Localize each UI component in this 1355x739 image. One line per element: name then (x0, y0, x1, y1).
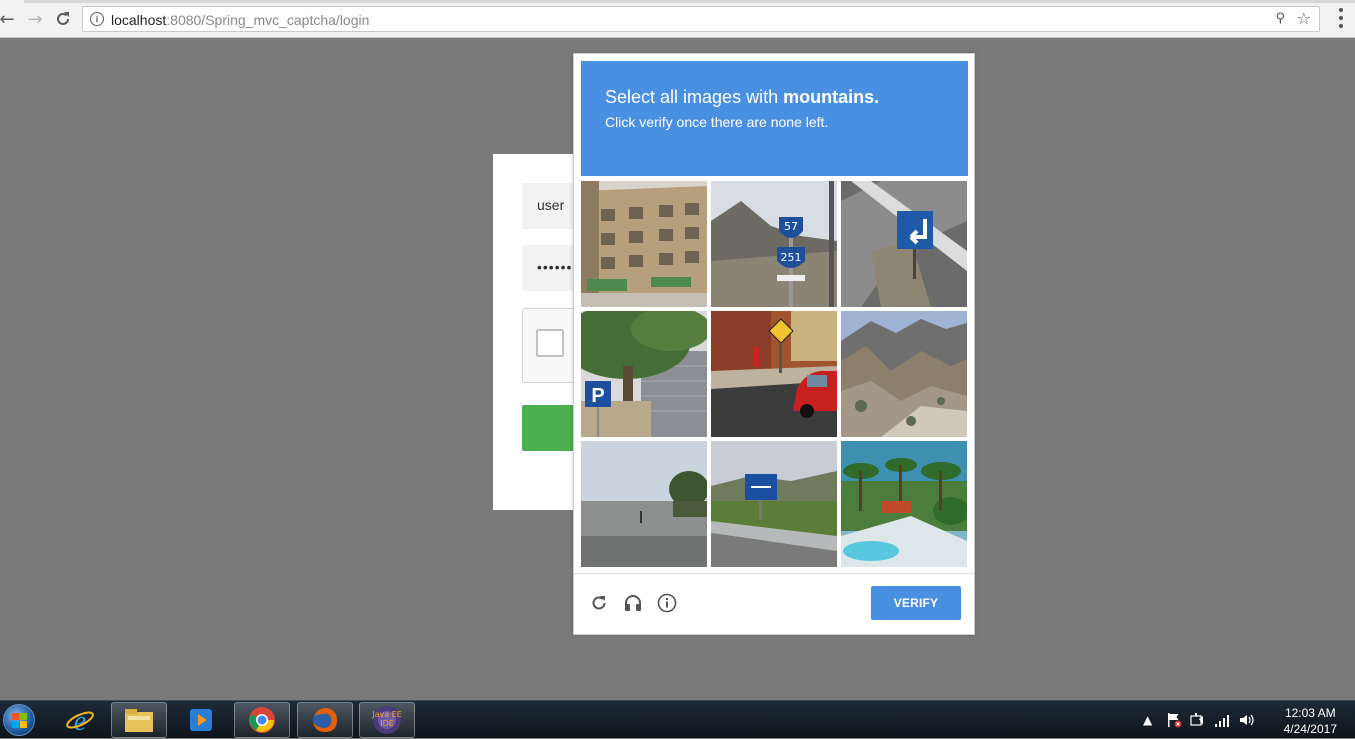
java-ee-ide-icon[interactable]: Java EE IDE (359, 702, 415, 738)
star-icon[interactable]: ☆ (1297, 9, 1311, 28)
svg-text:251: 251 (781, 251, 802, 264)
active-tab-edge[interactable] (0, 0, 24, 3)
title-keyword: mountains. (783, 87, 880, 107)
windows-logo-icon (3, 704, 35, 736)
network-signal-icon[interactable] (1214, 701, 1230, 739)
title-prefix: Select all images with (605, 87, 784, 107)
image-tile-highway-sign[interactable] (711, 441, 837, 567)
internet-explorer-icon[interactable]: e (52, 702, 108, 738)
challenge-title: Select all images with mountains. (605, 87, 944, 108)
url-path: :8080/Spring_mvc_captcha/login (166, 12, 370, 28)
info-icon[interactable]: i (90, 12, 104, 26)
action-center-flag-icon[interactable] (1166, 701, 1182, 739)
chrome-icon[interactable] (234, 702, 290, 738)
url-host: localhost (111, 12, 167, 28)
image-tile-sea-shore[interactable] (581, 441, 707, 567)
captcha-challenge: Select all images with mountains. Click … (573, 53, 975, 635)
forward-icon[interactable]: → (24, 8, 46, 30)
image-tile-arrow-sign[interactable] (841, 181, 967, 307)
clock[interactable]: 12:03 AM 4/24/2017 (1284, 705, 1337, 737)
menu-icon[interactable] (1339, 8, 1343, 28)
svg-text:IDE: IDE (380, 719, 394, 728)
image-tile-parking-tree[interactable]: P (581, 311, 707, 437)
reload-icon[interactable] (588, 592, 610, 614)
power-icon[interactable] (1189, 701, 1205, 739)
svg-text:e: e (74, 706, 86, 735)
back-icon[interactable]: ← (0, 8, 18, 30)
file-explorer-icon[interactable] (111, 702, 167, 738)
media-player-icon[interactable] (173, 702, 229, 738)
image-tile-palm-resort[interactable] (841, 441, 967, 567)
firefox-icon[interactable] (297, 702, 353, 738)
clock-date: 4/24/2017 (1283, 722, 1337, 736)
java-ide-label: Java EE (371, 710, 402, 719)
tab-strip (0, 0, 1355, 3)
image-tile-mountains[interactable] (841, 311, 967, 437)
image-tile-route-signs[interactable]: 57 251 (711, 181, 837, 307)
key-icon[interactable]: ⚲ (1275, 11, 1285, 26)
image-grid: 57 251 P (581, 181, 968, 568)
image-tile-pedestrian-street[interactable] (711, 311, 837, 437)
challenge-footer: VERIFY (574, 573, 974, 635)
headphones-icon[interactable] (622, 592, 644, 614)
volume-icon[interactable] (1238, 701, 1254, 739)
recaptcha-checkbox[interactable] (536, 329, 564, 357)
svg-text:57: 57 (784, 220, 798, 233)
svg-text:P: P (591, 385, 604, 407)
taskbar: e Java EE IDE ▲ 12:03 AM 4/24/2017 (0, 700, 1355, 738)
challenge-subtitle: Click verify once there are none left. (605, 114, 829, 130)
reload-icon[interactable] (52, 8, 74, 30)
start-button[interactable] (0, 701, 38, 739)
challenge-header: Select all images with mountains. Click … (581, 61, 968, 176)
info-icon[interactable] (656, 592, 678, 614)
show-hidden-icons-icon[interactable]: ▲ (1143, 701, 1152, 739)
image-tile-building[interactable] (581, 181, 707, 307)
address-bar[interactable]: i localhost:8080/Spring_mvc_captcha/logi… (82, 6, 1320, 32)
clock-time: 12:03 AM (1284, 706, 1336, 720)
url-text: localhost:8080/Spring_mvc_captcha/login (111, 12, 369, 28)
browser-toolbar: ← → i localhost:8080/Spring_mvc_captcha/… (0, 0, 1355, 38)
verify-button[interactable]: VERIFY (871, 586, 961, 620)
